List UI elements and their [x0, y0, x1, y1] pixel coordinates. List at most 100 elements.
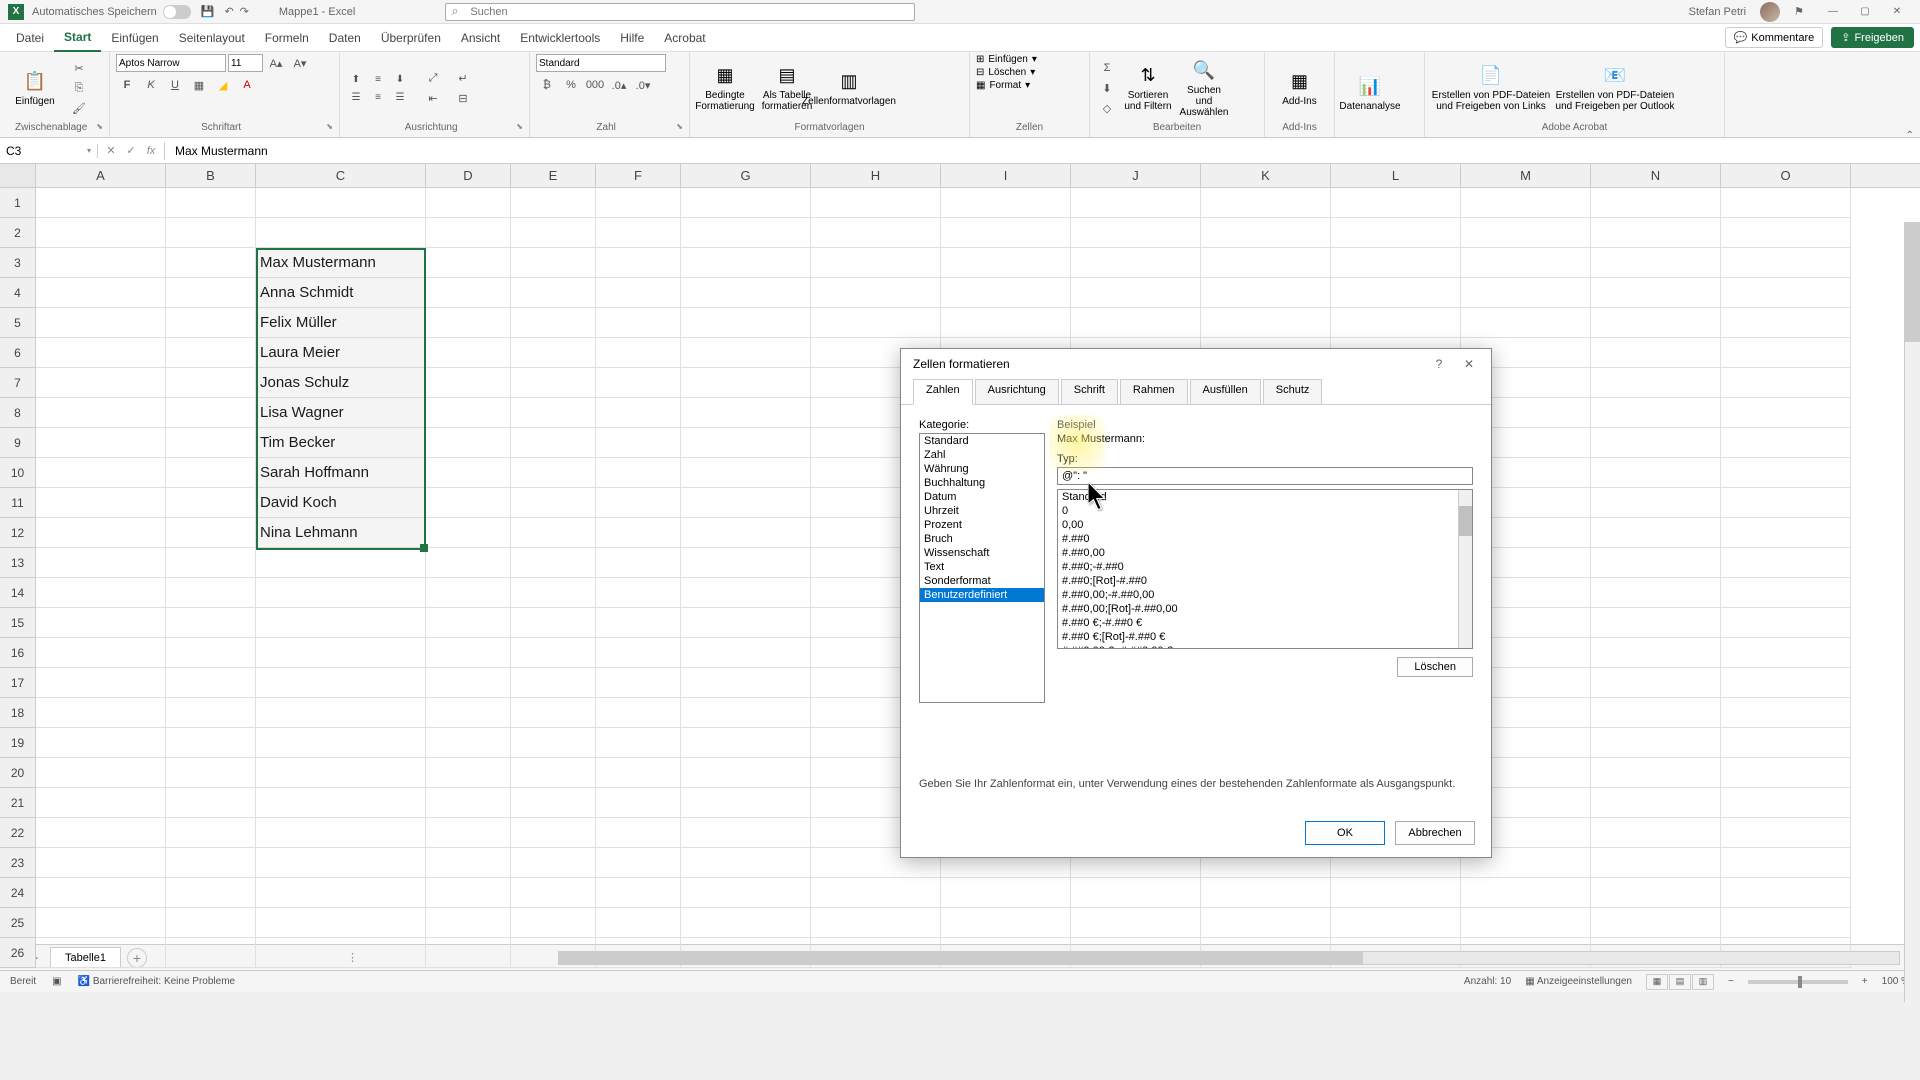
ribbon-tab-entwicklertools[interactable]: Entwicklertools — [510, 25, 610, 51]
cell-F18[interactable] — [596, 698, 681, 728]
cell-N11[interactable] — [1591, 488, 1721, 518]
cell-F9[interactable] — [596, 428, 681, 458]
cell-F3[interactable] — [596, 248, 681, 278]
cell-G18[interactable] — [681, 698, 811, 728]
italic-icon[interactable]: K — [140, 76, 162, 94]
format-item[interactable]: #.##0,00 €;-#.##0,00 € — [1058, 644, 1472, 649]
cell-B19[interactable] — [166, 728, 256, 758]
cell-B24[interactable] — [166, 878, 256, 908]
border-icon[interactable]: ▦ — [188, 76, 210, 94]
cell-G11[interactable] — [681, 488, 811, 518]
cell-G1[interactable] — [681, 188, 811, 218]
cell-C19[interactable] — [256, 728, 426, 758]
decrease-indent-icon[interactable]: ⇤ — [422, 89, 444, 107]
cell-G20[interactable] — [681, 758, 811, 788]
cell-G24[interactable] — [681, 878, 811, 908]
cell-N22[interactable] — [1591, 818, 1721, 848]
cell-O4[interactable] — [1721, 278, 1851, 308]
cell-A20[interactable] — [36, 758, 166, 788]
addins-button[interactable]: ▦Add-Ins — [1271, 56, 1328, 120]
cell-E13[interactable] — [511, 548, 596, 578]
conditional-formatting-button[interactable]: ▦Bedingte Formatierung — [696, 56, 754, 120]
cell-E14[interactable] — [511, 578, 596, 608]
cell-H3[interactable] — [811, 248, 941, 278]
cell-C22[interactable] — [256, 818, 426, 848]
cell-A5[interactable] — [36, 308, 166, 338]
col-header-I[interactable]: I — [941, 164, 1071, 187]
category-item[interactable]: Datum — [920, 490, 1044, 504]
cut-icon[interactable]: ✂ — [68, 59, 90, 77]
cell-J25[interactable] — [1071, 908, 1201, 938]
row-header-15[interactable]: 15 — [0, 608, 35, 638]
cell-G13[interactable] — [681, 548, 811, 578]
cell-O9[interactable] — [1721, 428, 1851, 458]
cell-G7[interactable] — [681, 368, 811, 398]
row-header-24[interactable]: 24 — [0, 878, 35, 908]
cell-E7[interactable] — [511, 368, 596, 398]
vertical-scrollbar[interactable] — [1904, 222, 1920, 1002]
row-header-6[interactable]: 6 — [0, 338, 35, 368]
clear-icon[interactable]: ◇ — [1096, 99, 1118, 117]
insert-cells-button[interactable]: ⊞Einfügen ▾ — [976, 54, 1037, 65]
collapse-ribbon-icon[interactable]: ⌃ — [1906, 130, 1914, 141]
row-header-4[interactable]: 4 — [0, 278, 35, 308]
cell-M4[interactable] — [1461, 278, 1591, 308]
cell-N10[interactable] — [1591, 458, 1721, 488]
dialog-tab-ausfüllen[interactable]: Ausfüllen — [1190, 379, 1261, 405]
delete-format-button[interactable]: Löschen — [1397, 657, 1473, 677]
col-header-O[interactable]: O — [1721, 164, 1851, 187]
cell-G17[interactable] — [681, 668, 811, 698]
cell-A2[interactable] — [36, 218, 166, 248]
cell-C17[interactable] — [256, 668, 426, 698]
format-list-scrollbar[interactable] — [1458, 490, 1472, 648]
cell-D10[interactable] — [426, 458, 511, 488]
cell-C7[interactable]: Jonas Schulz — [256, 368, 426, 398]
cell-O8[interactable] — [1721, 398, 1851, 428]
cell-J1[interactable] — [1071, 188, 1201, 218]
cell-O6[interactable] — [1721, 338, 1851, 368]
format-item[interactable]: #.##0 — [1058, 532, 1472, 546]
user-avatar[interactable] — [1760, 2, 1780, 22]
data-analysis-button[interactable]: 📊Datenanalyse — [1341, 62, 1399, 126]
cell-G9[interactable] — [681, 428, 811, 458]
cell-H1[interactable] — [811, 188, 941, 218]
cell-E22[interactable] — [511, 818, 596, 848]
select-all-cells[interactable] — [0, 164, 36, 187]
row-header-13[interactable]: 13 — [0, 548, 35, 578]
col-header-L[interactable]: L — [1331, 164, 1461, 187]
cell-G6[interactable] — [681, 338, 811, 368]
cell-D20[interactable] — [426, 758, 511, 788]
cell-B11[interactable] — [166, 488, 256, 518]
merge-icon[interactable]: ⊟ — [452, 89, 474, 107]
font-size-select[interactable] — [228, 54, 263, 72]
cell-E15[interactable] — [511, 608, 596, 638]
cell-E10[interactable] — [511, 458, 596, 488]
cell-G3[interactable] — [681, 248, 811, 278]
dialog-close-icon[interactable]: ✕ — [1459, 354, 1479, 374]
cell-F15[interactable] — [596, 608, 681, 638]
page-layout-view-icon[interactable]: ▤ — [1669, 974, 1691, 990]
cell-O20[interactable] — [1721, 758, 1851, 788]
row-header-18[interactable]: 18 — [0, 698, 35, 728]
cell-O2[interactable] — [1721, 218, 1851, 248]
cell-L5[interactable] — [1331, 308, 1461, 338]
minimize-icon[interactable]: — — [1818, 3, 1848, 21]
cell-E18[interactable] — [511, 698, 596, 728]
increase-font-icon[interactable]: A▴ — [265, 54, 287, 72]
fx-icon[interactable]: fx — [142, 142, 160, 160]
cell-B4[interactable] — [166, 278, 256, 308]
col-header-C[interactable]: C — [256, 164, 426, 187]
zoom-in-icon[interactable]: + — [1862, 976, 1868, 987]
cell-F22[interactable] — [596, 818, 681, 848]
cell-F2[interactable] — [596, 218, 681, 248]
cell-E3[interactable] — [511, 248, 596, 278]
row-header-8[interactable]: 8 — [0, 398, 35, 428]
cancel-button[interactable]: Abbrechen — [1395, 821, 1475, 845]
cell-O10[interactable] — [1721, 458, 1851, 488]
cell-N6[interactable] — [1591, 338, 1721, 368]
cell-D6[interactable] — [426, 338, 511, 368]
cell-B22[interactable] — [166, 818, 256, 848]
cell-F21[interactable] — [596, 788, 681, 818]
cell-B20[interactable] — [166, 758, 256, 788]
cell-C24[interactable] — [256, 878, 426, 908]
